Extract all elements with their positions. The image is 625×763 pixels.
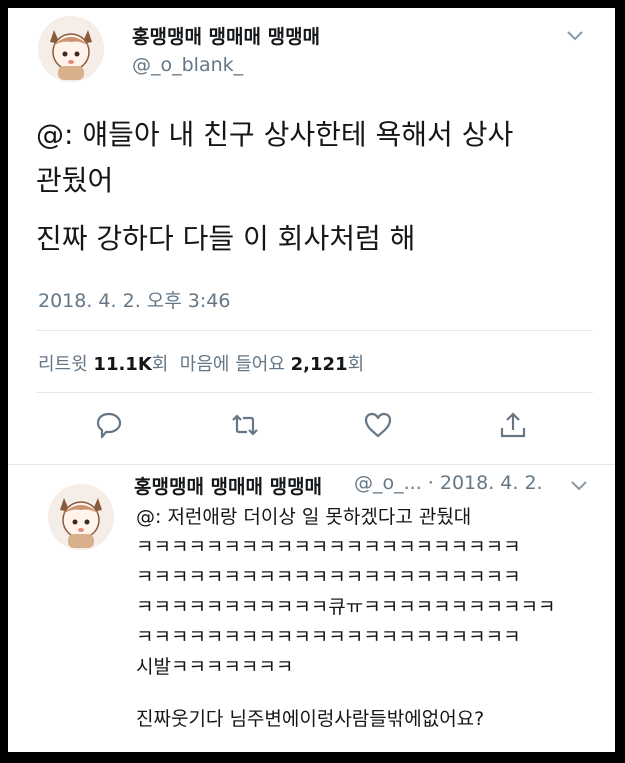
tweet-text-line: @: 얘들아 내 친구 상사한테 욕해서 상사 xyxy=(36,118,514,151)
like-count[interactable]: 2,121 xyxy=(291,354,348,375)
avatar[interactable] xyxy=(38,16,104,82)
divider xyxy=(36,392,593,393)
share-icon[interactable] xyxy=(496,408,530,442)
reply-display-name[interactable]: 홍맹맹매 맹매매 맹맹매 xyxy=(134,472,322,499)
tweet-screenshot-frame: 홍맹맹매 맹매매 맹맹매 @_o_blank_ @: 얘들아 내 친구 상사한테… xyxy=(8,8,615,752)
tweet-text-line: 진짜 강하다 다들 이 회사처럼 해 xyxy=(36,222,416,255)
reply-icon[interactable] xyxy=(92,408,126,442)
tweet-timestamp[interactable]: 2018. 4. 2. 오후 3:46 xyxy=(38,286,230,313)
like-unit: 회 xyxy=(347,354,365,375)
engagement-stats: 리트윗 11.1K회 마음에 들어요 2,121회 xyxy=(38,350,364,376)
like-label: 마음에 들어요 xyxy=(179,354,285,375)
chevron-down-icon[interactable] xyxy=(566,30,584,42)
retweet-count[interactable]: 11.1K xyxy=(93,354,151,375)
reply-text-line: 진짜웃기다 님주변에이렁사람들밖에없어요? xyxy=(136,708,485,730)
reply-text-line: ㅋㅋㅋㅋㅋㅋㅋㅋㅋㅋㅋㅋㅋㅋㅋㅋㅋㅋㅋㅋㅋㅋ xyxy=(136,566,521,588)
retweet-icon[interactable] xyxy=(228,408,262,442)
reply-avatar[interactable] xyxy=(48,484,114,550)
like-icon[interactable] xyxy=(361,408,395,442)
reply-text-line: 시발ㅋㅋㅋㅋㅋㅋㅋ xyxy=(136,656,294,678)
tweet-text: @: 얘들아 내 친구 상사한테 욕해서 상사관뒀어 진짜 강하다 다들 이 회… xyxy=(36,112,596,274)
divider xyxy=(36,330,593,331)
display-name[interactable]: 홍맹맹매 맹매매 맹맹매 xyxy=(132,22,320,49)
tweet-actions xyxy=(8,408,615,448)
reply-text-line: ㅋㅋㅋㅋㅋㅋㅋㅋㅋㅋㅋ큐ㅠㅋㅋㅋㅋㅋㅋㅋㅋㅋㅋㅋ xyxy=(136,596,556,618)
reply-handle-date[interactable]: @_o_... · 2018. 4. 2. xyxy=(354,472,543,494)
reply-text-line: ㅋㅋㅋㅋㅋㅋㅋㅋㅋㅋㅋㅋㅋㅋㅋㅋㅋㅋㅋㅋㅋㅋ xyxy=(136,626,521,648)
chevron-down-icon[interactable] xyxy=(570,480,588,492)
retweet-unit: 회 xyxy=(151,354,169,375)
tweet-text-line: 관뒀어 xyxy=(36,164,114,197)
reply-text-line: ㅋㅋㅋㅋㅋㅋㅋㅋㅋㅋㅋㅋㅋㅋㅋㅋㅋㅋㅋㅋㅋㅋ xyxy=(136,536,521,558)
retweet-label: 리트윗 xyxy=(38,354,88,375)
divider xyxy=(8,464,615,465)
user-handle[interactable]: @_o_blank_ xyxy=(132,54,243,76)
reply-text: @: 저런애랑 더이상 일 못하겠다고 관뒀대 ㅋㅋㅋㅋㅋㅋㅋㅋㅋㅋㅋㅋㅋㅋㅋㅋ… xyxy=(136,502,606,734)
reply-text-line: @: 저런애랑 더이상 일 못하겠다고 관뒀대 xyxy=(136,506,472,528)
